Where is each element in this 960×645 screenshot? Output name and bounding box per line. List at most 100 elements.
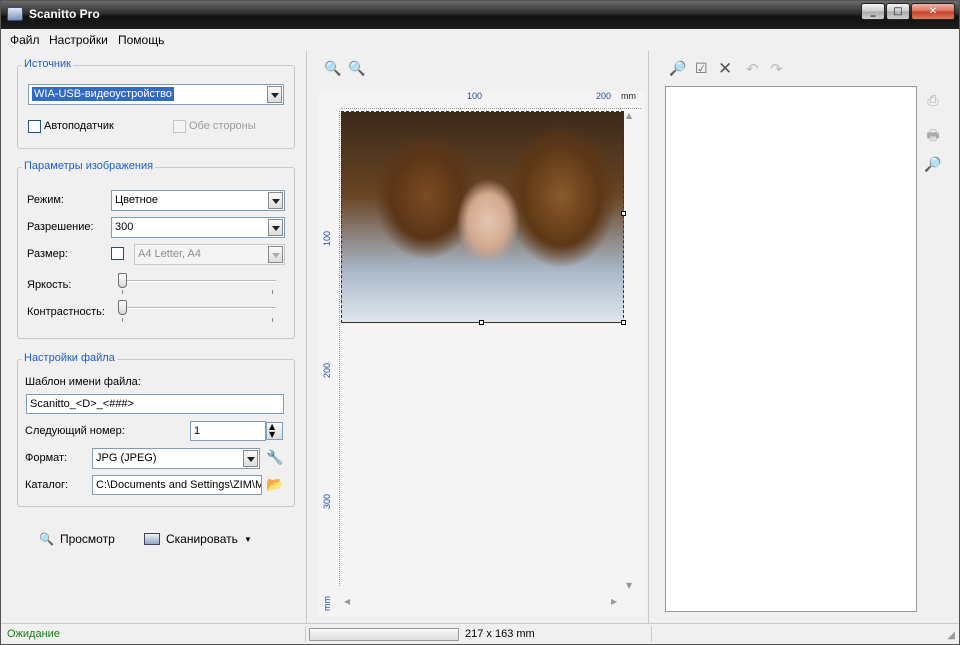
ruler-tick-label: 100 <box>322 230 332 246</box>
resize-grip-icon[interactable]: ◢ <box>947 630 955 641</box>
redo-icon[interactable]: ↷ <box>770 60 783 78</box>
ruler-unit-label: mm <box>621 91 636 101</box>
feeder-checkbox[interactable] <box>28 120 41 133</box>
scan-button-label: Сканировать <box>166 532 238 546</box>
scanner-app-icon <box>7 7 23 21</box>
crop-handle[interactable] <box>479 320 484 325</box>
app-window: Scanitto Pro _ □ ✕ Файл Настройки Помощь… <box>0 0 960 645</box>
slider-tick <box>122 318 123 322</box>
filename-template-label: Шаблон имени файла: <box>25 376 141 388</box>
zoom-in-icon[interactable]: 🔍 <box>324 61 341 77</box>
minimize-button[interactable]: _ <box>861 3 885 20</box>
size-label: Размер: <box>27 248 68 260</box>
source-group-title: Источник <box>22 58 73 70</box>
ruler-tick-label: 100 <box>467 91 483 101</box>
device-select[interactable]: WIA-USB-видеоустройство <box>28 84 284 105</box>
resolution-label: Разрешение: <box>27 221 94 233</box>
menu-file[interactable]: Файл <box>10 33 40 47</box>
number-spinner[interactable]: ▲ ▼ <box>266 422 283 440</box>
menu-settings[interactable]: Настройки <box>49 33 108 47</box>
contrast-label: Контрастность: <box>27 306 105 318</box>
resolution-select[interactable]: 300 <box>111 217 285 238</box>
title-bar[interactable]: Scanitto Pro _ □ ✕ <box>1 1 959 29</box>
brightness-slider-track[interactable] <box>120 280 276 282</box>
preview-button-label: Просмотр <box>59 532 115 546</box>
scroll-left-icon[interactable]: ◀ <box>344 597 350 606</box>
image-parameters-group: Параметры изображения Режим: Цветное Раз… <box>17 160 295 339</box>
feeder-label: Автоподатчик <box>44 120 114 132</box>
ocr-icon[interactable]: 🔎 <box>923 157 943 177</box>
size-checkbox[interactable] <box>111 247 124 260</box>
scroll-right-icon[interactable]: ▶ <box>611 597 617 606</box>
both-sides-checkbox[interactable] <box>173 120 186 133</box>
folder-input[interactable]: C:\Documents and Settings\ZIM\Mc <box>92 475 262 495</box>
vertical-ruler <box>339 111 340 586</box>
image-parameters-title: Параметры изображения <box>22 160 156 172</box>
mode-select[interactable]: Цветное <box>111 190 285 211</box>
scan-preview-area[interactable]: 100 200 mm 100 200 300 mm ▲ ▼ ◀ ▶ <box>319 91 645 616</box>
crop-handle[interactable] <box>621 320 626 325</box>
contrast-slider-track[interactable] <box>120 307 276 309</box>
maximize-button[interactable]: □ <box>886 3 910 20</box>
scanned-image[interactable] <box>341 111 624 323</box>
status-separator <box>651 626 652 642</box>
preview-button[interactable]: 🔍 Просмотр <box>39 527 115 551</box>
dropdown-arrow-icon[interactable]: ▼ <box>244 535 252 544</box>
next-number-input[interactable]: 1 <box>190 421 266 441</box>
scanner-icon <box>144 533 160 545</box>
size-select[interactable]: A4 Letter, A4 <box>134 244 285 265</box>
chevron-down-icon[interactable] <box>268 219 283 236</box>
ruler-unit-label: mm <box>322 596 332 611</box>
print-icon[interactable]: 🖶 <box>923 125 943 145</box>
close-button[interactable]: ✕ <box>911 3 955 20</box>
page-preview[interactable] <box>665 86 917 612</box>
pdf-export-icon[interactable]: ⎙ <box>923 93 943 113</box>
magnifier-icon: 🔍 <box>39 532 54 546</box>
window-title: Scanitto Pro <box>29 7 100 21</box>
spin-down-icon[interactable]: ▼ <box>269 431 275 439</box>
page-zoom-icon[interactable]: 🔎 <box>669 61 686 77</box>
chevron-down-icon[interactable] <box>268 246 283 263</box>
scroll-down-icon[interactable]: ▼ <box>626 581 632 590</box>
delete-icon[interactable]: ✕ <box>718 59 732 79</box>
device-select-value: WIA-USB-видеоустройство <box>32 87 174 101</box>
mode-label: Режим: <box>27 194 64 206</box>
contrast-slider[interactable] <box>118 300 127 315</box>
scroll-up-icon[interactable]: ▲ <box>626 111 632 120</box>
chevron-down-icon[interactable] <box>267 86 282 103</box>
preview-panel: 🔍 🔍 100 200 mm 100 200 300 mm ▲ ▼ ◀ ▶ <box>306 51 649 623</box>
horizontal-ruler <box>341 101 641 109</box>
crop-handle[interactable] <box>621 211 626 216</box>
brightness-slider[interactable] <box>118 273 127 288</box>
status-separator <box>305 626 306 642</box>
scan-dimensions: 217 x 163 mm <box>465 628 535 640</box>
select-page-icon[interactable]: ☑ <box>695 61 708 77</box>
menu-bar: Файл Настройки Помощь <box>1 29 959 51</box>
file-settings-group: Настройки файла Шаблон имени файла: Scan… <box>17 352 295 507</box>
ruler-tick-label: 200 <box>596 91 612 101</box>
next-number-label: Следующий номер: <box>25 425 125 437</box>
slider-tick <box>122 290 123 294</box>
zoom-out-icon[interactable]: 🔍 <box>348 61 365 77</box>
both-sides-label: Обе стороны <box>189 120 256 132</box>
wrench-icon[interactable]: 🔧 <box>266 450 283 466</box>
size-select-value: A4 Letter, A4 <box>138 248 201 260</box>
status-text: Ожидание <box>7 628 60 640</box>
chevron-down-icon[interactable] <box>243 450 258 467</box>
status-bar: Ожидание 217 x 163 mm ◢ <box>1 623 959 644</box>
resolution-select-value: 300 <box>115 221 134 233</box>
brightness-label: Яркость: <box>27 279 72 291</box>
chevron-down-icon[interactable] <box>268 192 283 209</box>
menu-help[interactable]: Помощь <box>118 33 164 47</box>
ruler-tick-label: 200 <box>322 362 332 378</box>
slider-tick <box>272 318 273 322</box>
format-label: Формат: <box>25 452 68 464</box>
folder-open-icon[interactable]: 📂 <box>266 477 283 493</box>
source-group: Источник WIA-USB-видеоустройство Автопод… <box>17 58 295 149</box>
scan-button[interactable]: Сканировать ▼ <box>144 527 252 551</box>
pages-panel: 🔎 ☑ ✕ ↶ ↷ ⎙ 🖶 🔎 <box>652 51 959 623</box>
format-select[interactable]: JPG (JPEG) <box>92 448 260 469</box>
format-select-value: JPG (JPEG) <box>96 452 157 464</box>
undo-icon[interactable]: ↶ <box>746 60 759 78</box>
filename-template-input[interactable]: Scanitto_<D>_<###> <box>26 394 284 414</box>
